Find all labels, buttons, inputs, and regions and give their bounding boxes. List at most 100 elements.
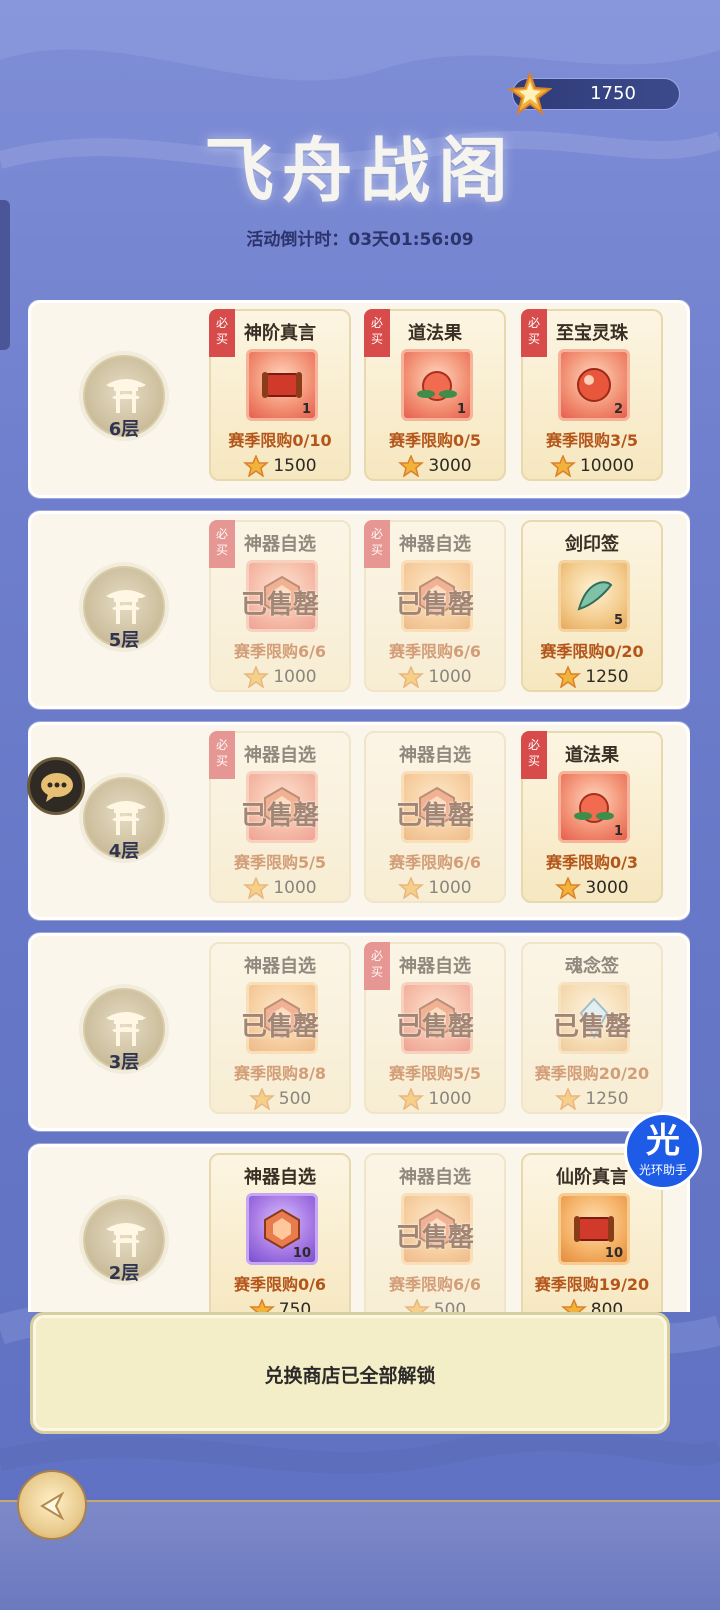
item-price: 10000	[523, 455, 661, 477]
item-price: 3000	[523, 877, 661, 899]
floor-row: 4层 神器自选必 买已售罄 赛季限购5/5 1000 神器自选 已售罄 赛季限购6/6 100…	[28, 722, 690, 920]
sold-out-stamp: 已售罄	[552, 1012, 631, 1042]
floor-row: 3层 神器自选 已售罄 赛季限购8/8 500 神器自选 必 买已售罄 赛季限购5/5 1000…	[28, 933, 690, 1131]
shop-item-card[interactable]: 神器自选 已售罄 赛季限购6/6 1000	[364, 731, 506, 903]
floor-list[interactable]: 6层 神阶真言必 买 1 赛季限购0/10 1500 道法果必 买 1 赛季限购0/5 3000…	[28, 300, 690, 1312]
sold-out-stamp: 已售罄	[395, 801, 474, 831]
shop-item-card[interactable]: 魂念签已售罄赛季限购20/20 1250	[521, 942, 663, 1114]
item-price: 1250	[523, 666, 661, 688]
pavilion-icon	[106, 1012, 146, 1046]
orb-icon	[577, 368, 611, 402]
item-price: 1250	[523, 1088, 661, 1110]
item-price: 750	[211, 1299, 349, 1312]
shop-item-card[interactable]: 神器自选 已售罄 赛季限购6/6 500	[364, 1153, 506, 1312]
sold-out-stamp: 已售罄	[395, 1012, 474, 1042]
item-price: 800	[523, 1299, 661, 1312]
item-price: 1000	[211, 666, 349, 688]
page-title: 飞舟战阁	[204, 129, 516, 212]
item-icon-frame: 10	[558, 1193, 630, 1265]
item-price: 500	[366, 1299, 504, 1312]
item-price: 500	[211, 1088, 349, 1110]
price-value: 1000	[273, 878, 317, 898]
price-value: 1000	[273, 667, 317, 687]
item-price: 1500	[211, 455, 349, 477]
currency-star-icon	[398, 1088, 425, 1110]
currency-star-icon	[555, 1088, 582, 1110]
shop-item-card[interactable]: 神器自选必 买已售罄 赛季限购5/5 1000	[209, 731, 351, 903]
currency-star-icon	[248, 1299, 275, 1312]
shop-item-card[interactable]: 道法果必 买 1 赛季限购0/3 3000	[521, 731, 663, 903]
item-quantity: 10	[604, 1246, 623, 1261]
shop-item-card[interactable]: 道法果必 买 1 赛季限购0/5 3000	[364, 309, 506, 481]
shop-item-card[interactable]: 神阶真言必 买 1 赛季限购0/10 1500	[209, 309, 351, 481]
bottom-bar	[0, 1500, 720, 1610]
item-price: 1000	[366, 877, 504, 899]
currency-star-icon	[398, 666, 425, 688]
price-value: 500	[278, 1089, 312, 1109]
floor-label: 5层	[108, 630, 140, 651]
purchase-limit: 赛季限购0/20	[540, 642, 644, 661]
currency-star-icon	[508, 72, 552, 116]
purchase-limit: 赛季限购0/10	[228, 431, 332, 450]
purchase-limit: 赛季限购6/6	[388, 642, 482, 661]
price-value: 1500	[273, 456, 317, 476]
assistant-button[interactable]: 光 光环助手	[624, 1112, 702, 1190]
currency-star-icon	[560, 1299, 587, 1312]
floor-row: 6层 神阶真言必 买 1 赛季限购0/10 1500 道法果必 买 1 赛季限购0/5 3000…	[28, 300, 690, 498]
back-arrow-icon	[40, 1491, 65, 1521]
price-value: 1000	[428, 667, 472, 687]
unlock-message: 兑换商店已全部解锁	[264, 1365, 436, 1387]
currency-amount: 1750	[590, 83, 636, 104]
item-price: 1000	[366, 1088, 504, 1110]
item-icon-frame: 1	[401, 349, 473, 421]
jade-token-icon	[577, 581, 613, 611]
purchase-limit: 赛季限购19/20	[534, 1275, 650, 1294]
purchase-limit: 赛季限购6/6	[388, 1275, 482, 1294]
price-value: 1250	[585, 667, 629, 687]
unlock-status-panel: 兑换商店已全部解锁	[30, 1312, 670, 1434]
event-countdown: 活动倒计时：03天01:56:09	[246, 230, 474, 250]
item-icon-frame: 1	[246, 349, 318, 421]
item-icon-frame: 1	[558, 771, 630, 843]
shop-item-card[interactable]: 神器自选 已售罄 赛季限购8/8 500	[209, 942, 351, 1114]
back-button[interactable]	[17, 1470, 87, 1540]
shop-item-card[interactable]: 剑印签 5 赛季限购0/20 1250	[521, 520, 663, 692]
shop-item-card[interactable]: 神器自选必 买已售罄 赛季限购6/6 1000	[209, 520, 351, 692]
price-value: 1000	[428, 878, 472, 898]
item-name: 神器自选	[244, 1167, 316, 1188]
item-quantity: 2	[613, 402, 623, 417]
item-name: 魂念签	[565, 956, 619, 977]
sold-out-stamp: 已售罄	[395, 590, 474, 620]
currency-star-icon	[243, 877, 270, 899]
price-value: 3000	[585, 878, 629, 898]
purchase-limit: 赛季限购0/3	[545, 853, 639, 872]
purchase-limit: 赛季限购6/6	[233, 642, 327, 661]
shop-item-card[interactable]: 至宝灵珠必 买 2 赛季限购3/5 10000	[521, 309, 663, 481]
must-buy-badge: 必 买	[209, 520, 235, 568]
purchase-limit: 赛季限购3/5	[545, 431, 639, 450]
item-quantity: 5	[613, 613, 623, 628]
price-value: 1000	[428, 1089, 472, 1109]
scroll-icon	[262, 372, 302, 398]
currency-star-icon	[398, 877, 425, 899]
item-name: 神器自选	[399, 745, 471, 766]
shop-item-card[interactable]: 神器自选必 买已售罄 赛季限购5/5 1000	[364, 942, 506, 1114]
currency-star-icon	[243, 666, 270, 688]
price-value: 800	[590, 1300, 624, 1312]
item-name: 剑印签	[565, 534, 619, 555]
floor-row: 5层 神器自选必 买已售罄 赛季限购6/6 1000 神器自选必 买已售罄 赛季限购6/6…	[28, 511, 690, 709]
item-quantity: 1	[301, 402, 311, 417]
floor-row: 2层 神器自选 10 赛季限购0/6 750 神器自选 已售罄 赛季限购6/6 500 仙阶真言 1…	[28, 1144, 690, 1312]
currency-star-icon	[243, 455, 270, 477]
sold-out-stamp: 已售罄	[240, 590, 319, 620]
pavilion-icon	[106, 590, 146, 624]
price-value: 1250	[585, 1089, 629, 1109]
purchase-limit: 赛季限购0/5	[388, 431, 482, 450]
chat-button[interactable]	[27, 757, 85, 815]
shop-item-card[interactable]: 神器自选 10 赛季限购0/6 750	[209, 1153, 351, 1312]
shop-item-card[interactable]: 神器自选必 买已售罄 赛季限购6/6 1000	[364, 520, 506, 692]
purchase-limit: 赛季限购20/20	[534, 1064, 650, 1083]
side-drawer-tab[interactable]	[0, 200, 10, 350]
item-quantity: 1	[456, 402, 466, 417]
assistant-glyph: 光	[646, 1121, 680, 1161]
